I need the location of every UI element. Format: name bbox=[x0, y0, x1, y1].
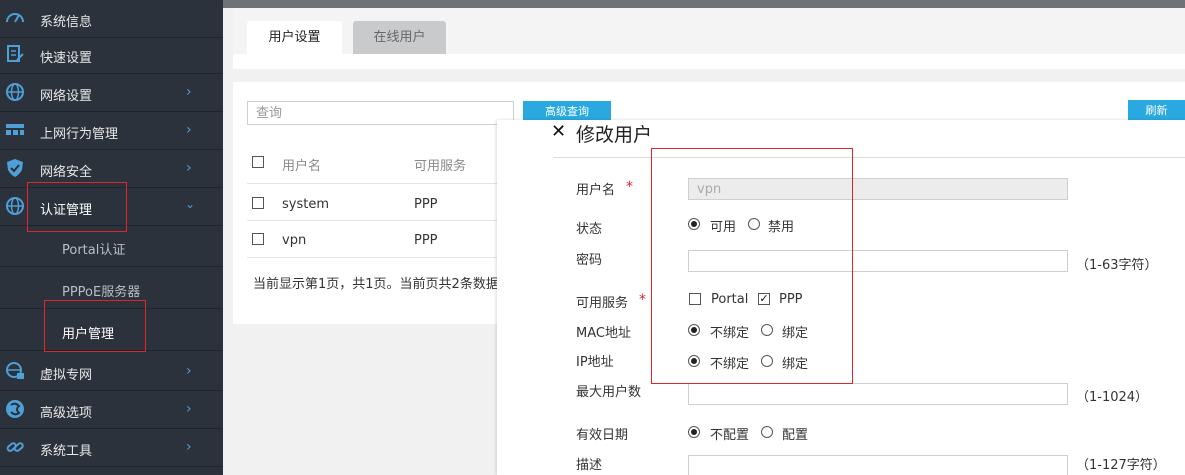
column-header-services: 可用服务 bbox=[414, 159, 467, 174]
max-users-hint: （1-1024） bbox=[1076, 390, 1149, 405]
modal-divider bbox=[553, 157, 1185, 158]
required-mark: * bbox=[639, 292, 646, 308]
chevron-right-icon: › bbox=[186, 122, 192, 138]
sidebar-item-label: 上网行为管理 bbox=[40, 127, 119, 142]
username-label: 用户名 bbox=[576, 183, 616, 198]
row-divider bbox=[247, 257, 497, 258]
sidebar-item-tools[interactable]: 系统工具 › bbox=[0, 429, 223, 467]
table-cell-username: vpn bbox=[282, 233, 307, 248]
description-label: 描述 bbox=[576, 458, 603, 473]
chevron-right-icon: › bbox=[186, 363, 192, 379]
expiry-none-radio[interactable] bbox=[688, 426, 700, 438]
sidebar-item-advanced[interactable]: 高级选项 › bbox=[0, 391, 223, 429]
chevron-right-icon: › bbox=[186, 401, 192, 417]
sidebar-subitem-label: PPPoE服务器 bbox=[62, 285, 141, 300]
sidebar-subitem-portal[interactable]: Portal认证 bbox=[0, 227, 223, 267]
ip-label: IP地址 bbox=[576, 355, 614, 370]
sidebar-item-network[interactable]: 网络设置 › bbox=[0, 74, 223, 112]
row-divider bbox=[247, 220, 497, 221]
sidebar-item-label: 网络设置 bbox=[40, 89, 93, 104]
select-all-checkbox[interactable] bbox=[252, 156, 264, 168]
sidebar-item-system-info[interactable]: 系统信息 bbox=[0, 0, 223, 38]
search-input[interactable] bbox=[247, 101, 514, 125]
sidebar-item-label: 高级选项 bbox=[40, 406, 93, 421]
table-cell-services: PPP bbox=[414, 233, 438, 248]
modal-title: 修改用户 bbox=[576, 124, 653, 146]
clipboard-edit-icon bbox=[7, 45, 24, 62]
settings-sphere-icon bbox=[6, 400, 24, 418]
password-hint: （1-63字符） bbox=[1076, 258, 1158, 273]
grid-icon bbox=[6, 124, 24, 135]
row-checkbox[interactable] bbox=[252, 197, 264, 209]
highlight-box bbox=[651, 148, 853, 384]
pagination-text: 当前显示第1页，共1页。当前页共2条数据 bbox=[253, 277, 497, 292]
max-users-field[interactable] bbox=[688, 383, 1068, 405]
globe-lock-icon bbox=[6, 362, 24, 379]
sidebar-item-label: 系统工具 bbox=[40, 444, 93, 459]
expiry-set-radio[interactable] bbox=[761, 426, 773, 438]
chevron-right-icon: › bbox=[186, 84, 192, 100]
tab-user-settings[interactable]: 用户设置 bbox=[247, 21, 342, 54]
refresh-button[interactable]: 刷新 bbox=[1128, 100, 1185, 122]
status-label: 状态 bbox=[576, 222, 603, 237]
link-icon bbox=[6, 442, 24, 452]
sidebar-item-label: 虚拟专网 bbox=[40, 368, 93, 383]
sidebar-item-label: 系统信息 bbox=[40, 15, 93, 30]
services-label: 可用服务 bbox=[576, 296, 629, 311]
tab-content-strip bbox=[233, 54, 1185, 69]
pagination-footer: 当前显示第1页，共1页。当前页共2条数据 bbox=[253, 273, 497, 293]
chevron-right-icon: › bbox=[186, 439, 192, 455]
sidebar-item-quick-setup[interactable]: 快速设置 bbox=[0, 36, 223, 74]
sidebar-item-vpn[interactable]: 虚拟专网 › bbox=[0, 353, 223, 391]
password-label: 密码 bbox=[576, 253, 603, 268]
shield-icon bbox=[7, 159, 23, 177]
top-bar bbox=[223, 0, 1185, 8]
chevron-down-icon: ⌄ bbox=[185, 197, 196, 211]
table-cell-username: system bbox=[282, 197, 329, 212]
tab-online-users[interactable]: 在线用户 bbox=[353, 21, 446, 54]
expiry-set-label: 配置 bbox=[782, 428, 809, 443]
table-cell-services: PPP bbox=[414, 197, 438, 212]
globe-icon bbox=[6, 197, 24, 215]
column-header-username: 用户名 bbox=[282, 159, 322, 174]
max-users-label: 最大用户数 bbox=[576, 385, 642, 400]
description-hint: （1-127字符） bbox=[1076, 458, 1166, 473]
sidebar-item-label: 网络安全 bbox=[40, 165, 93, 180]
close-icon[interactable]: ✕ bbox=[551, 121, 566, 142]
expiry-label: 有效日期 bbox=[576, 428, 629, 443]
sidebar-subitem-label: Portal认证 bbox=[62, 243, 126, 258]
mac-label: MAC地址 bbox=[576, 326, 631, 341]
sidebar-item-label: 快速设置 bbox=[40, 51, 93, 66]
row-checkbox[interactable] bbox=[252, 233, 264, 245]
description-field[interactable] bbox=[688, 455, 1068, 475]
sidebar-item-behavior[interactable]: 上网行为管理 › bbox=[0, 112, 223, 150]
expiry-none-label: 不配置 bbox=[710, 428, 750, 443]
chevron-right-icon: › bbox=[186, 160, 192, 176]
row-divider bbox=[247, 183, 497, 184]
required-mark: * bbox=[626, 179, 633, 195]
globe-icon bbox=[6, 83, 24, 101]
speedometer-icon bbox=[6, 13, 24, 23]
highlight-box bbox=[27, 182, 127, 232]
highlight-box bbox=[44, 300, 146, 352]
